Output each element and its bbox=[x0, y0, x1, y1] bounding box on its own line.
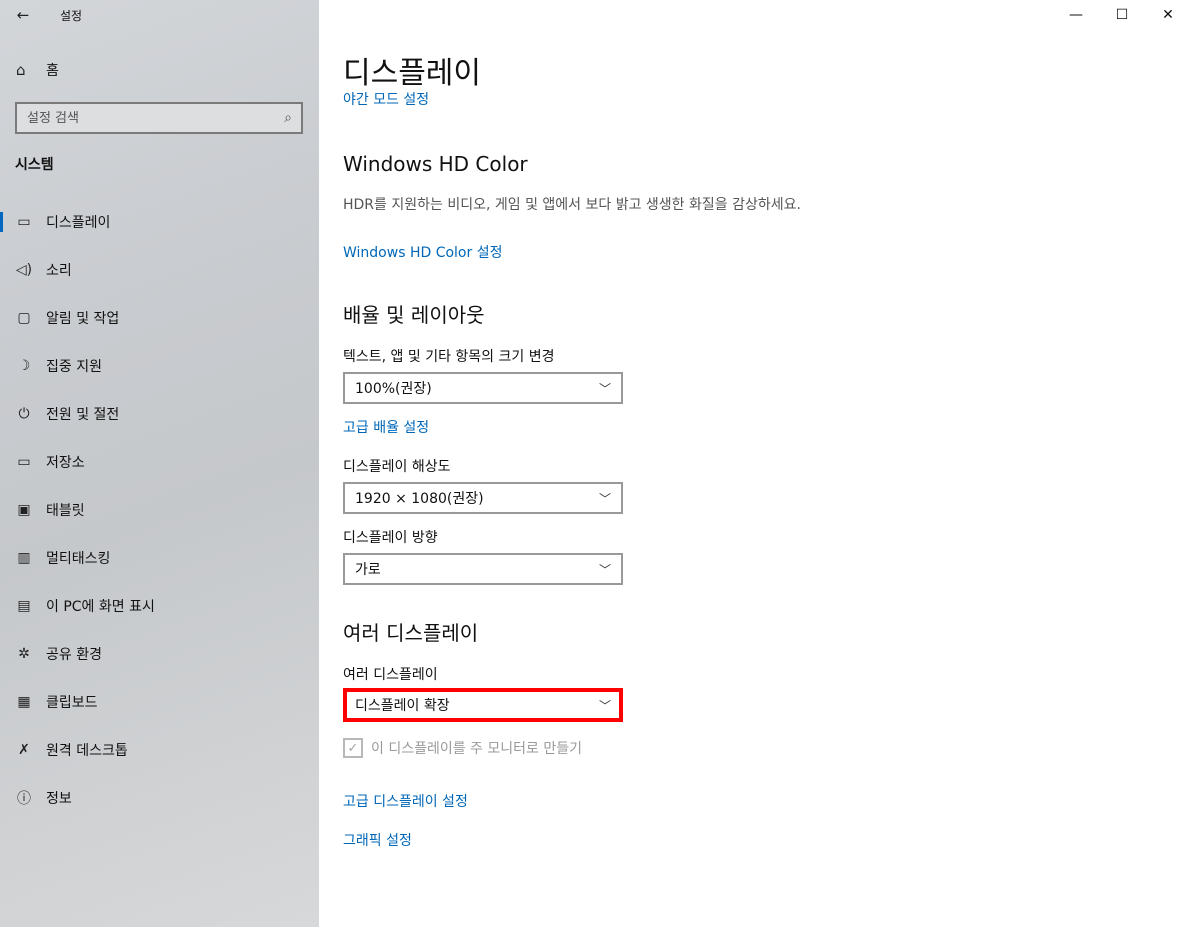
multiple-displays-dropdown[interactable]: 디스플레이 확장 ﹀ bbox=[343, 688, 623, 722]
sidebar-item-label: 소리 bbox=[46, 263, 72, 279]
advanced-display-settings-link[interactable]: 고급 디스플레이 설정 bbox=[343, 791, 468, 811]
sidebar-item-label: 정보 bbox=[46, 791, 72, 807]
remote-desktop-icon: ✗ bbox=[18, 742, 30, 758]
multiple-displays-label: 여러 디스플레이 bbox=[343, 667, 438, 683]
resolution-dropdown[interactable]: 1920 × 1080(권장) ﹀ bbox=[343, 482, 623, 514]
sidebar-item-label: 멀티태스킹 bbox=[46, 551, 111, 567]
night-light-settings-link[interactable]: 야간 모드 설정 bbox=[343, 86, 429, 106]
sidebar-item-label: 태블릿 bbox=[46, 503, 85, 519]
sidebar: ← 설정 ⌂ 홈 ⌕ 시스템 ▭ 디스플레이 ◁) 소리 ▢ 알림 및 작업 ☽… bbox=[0, 0, 319, 927]
moon-icon: ☽ bbox=[17, 358, 31, 374]
sidebar-item-label: 원격 데스크톱 bbox=[46, 743, 128, 759]
chevron-down-icon: ﹀ bbox=[598, 698, 611, 713]
scale-value: 100%(권장) bbox=[355, 381, 432, 397]
sidebar-item-display[interactable]: ▭ 디스플레이 bbox=[0, 198, 319, 246]
sidebar-item-label: 전원 및 절전 bbox=[46, 407, 120, 423]
sidebar-item-home[interactable]: ⌂ 홈 bbox=[0, 52, 319, 88]
sidebar-item-focus-assist[interactable]: ☽ 집중 지원 bbox=[0, 342, 319, 390]
sidebar-item-shared-experiences[interactable]: ✲ 공유 환경 bbox=[0, 630, 319, 678]
maximize-icon[interactable]: ☐ bbox=[1099, 0, 1145, 30]
sidebar-item-sound[interactable]: ◁) 소리 bbox=[0, 246, 319, 294]
tablet-icon: ▣ bbox=[17, 502, 31, 518]
monitor-icon: ▭ bbox=[17, 214, 31, 230]
close-icon[interactable]: ✕ bbox=[1145, 0, 1191, 30]
section-title-system: 시스템 bbox=[15, 157, 54, 173]
multitasking-icon: ▥ bbox=[17, 550, 31, 566]
sidebar-item-tablet[interactable]: ▣ 태블릿 bbox=[0, 486, 319, 534]
power-icon: ⏻ bbox=[18, 406, 30, 422]
chevron-down-icon: ﹀ bbox=[598, 491, 611, 506]
sidebar-item-label: 이 PC에 화면 표시 bbox=[46, 599, 155, 615]
window-controls: — ☐ ✕ bbox=[1053, 0, 1191, 30]
chevron-down-icon: ﹀ bbox=[598, 381, 611, 396]
storage-icon: ▭ bbox=[17, 454, 31, 470]
resolution-label: 디스플레이 해상도 bbox=[343, 459, 451, 475]
orientation-dropdown[interactable]: 가로 ﹀ bbox=[343, 553, 623, 585]
sidebar-item-projecting[interactable]: ▤ 이 PC에 화면 표시 bbox=[0, 582, 319, 630]
info-icon: ⓘ bbox=[17, 791, 31, 807]
multiple-displays-value: 디스플레이 확장 bbox=[355, 698, 450, 714]
speaker-icon: ◁) bbox=[15, 262, 33, 278]
home-icon: ⌂ bbox=[16, 61, 26, 79]
minimize-icon[interactable]: — bbox=[1053, 0, 1099, 30]
sidebar-item-about[interactable]: ⓘ 정보 bbox=[0, 774, 319, 822]
sidebar-nav: ▭ 디스플레이 ◁) 소리 ▢ 알림 및 작업 ☽ 집중 지원 ⏻ 전원 및 절… bbox=[0, 198, 319, 822]
scale-label: 텍스트, 앱 및 기타 항목의 크기 변경 bbox=[343, 349, 555, 365]
sidebar-item-label: 클립보드 bbox=[46, 695, 98, 711]
sidebar-item-label: 공유 환경 bbox=[46, 647, 102, 663]
message-icon: ▢ bbox=[17, 310, 31, 326]
home-label: 홈 bbox=[46, 63, 59, 79]
clipboard-icon: ▦ bbox=[17, 694, 31, 710]
advanced-scale-link[interactable]: 고급 배율 설정 bbox=[343, 417, 429, 437]
search-box[interactable]: ⌕ bbox=[15, 102, 303, 134]
hd-color-description: HDR를 지원하는 비디오, 게임 및 앱에서 보다 밝고 생생한 화질을 감상… bbox=[343, 197, 801, 213]
scale-layout-heading: 배율 및 레이아웃 bbox=[343, 303, 485, 327]
resolution-value: 1920 × 1080(권장) bbox=[355, 491, 484, 507]
sidebar-item-storage[interactable]: ▭ 저장소 bbox=[0, 438, 319, 486]
chevron-down-icon: ﹀ bbox=[598, 562, 611, 577]
back-arrow-icon[interactable]: ← bbox=[0, 0, 46, 30]
sidebar-item-multitasking[interactable]: ▥ 멀티태스킹 bbox=[0, 534, 319, 582]
hd-color-heading: Windows HD Color bbox=[343, 152, 528, 176]
sidebar-item-label: 집중 지원 bbox=[46, 359, 102, 375]
orientation-label: 디스플레이 방향 bbox=[343, 530, 438, 546]
sidebar-item-label: 디스플레이 bbox=[46, 215, 111, 231]
scale-dropdown[interactable]: 100%(권장) ﹀ bbox=[343, 372, 623, 404]
main-display-checkbox-label: 이 디스플레이를 주 모니터로 만들기 bbox=[371, 741, 582, 757]
search-input[interactable] bbox=[27, 110, 275, 126]
sidebar-item-remote-desktop[interactable]: ✗ 원격 데스크톱 bbox=[0, 726, 319, 774]
night-light-link-text: 야간 모드 설정 bbox=[343, 92, 430, 106]
sidebar-item-label: 알림 및 작업 bbox=[46, 311, 120, 327]
hd-color-settings-link[interactable]: Windows HD Color 설정 bbox=[343, 242, 502, 262]
sidebar-item-label: 저장소 bbox=[46, 455, 85, 471]
sidebar-item-clipboard[interactable]: ▦ 클립보드 bbox=[0, 678, 319, 726]
search-icon[interactable]: ⌕ bbox=[275, 110, 301, 126]
main-display-checkbox-row[interactable]: ✓ 이 디스플레이를 주 모니터로 만들기 bbox=[343, 738, 582, 758]
sidebar-item-power[interactable]: ⏻ 전원 및 절전 bbox=[0, 390, 319, 438]
orientation-value: 가로 bbox=[355, 562, 381, 578]
share-icon: ✲ bbox=[18, 646, 30, 662]
multiple-displays-heading: 여러 디스플레이 bbox=[343, 621, 479, 645]
title-bar: ← 설정 bbox=[0, 0, 319, 30]
main-display-checkbox[interactable]: ✓ bbox=[343, 738, 363, 758]
graphics-settings-link[interactable]: 그래픽 설정 bbox=[343, 830, 412, 850]
sidebar-item-notifications[interactable]: ▢ 알림 및 작업 bbox=[0, 294, 319, 342]
app-title: 설정 bbox=[60, 8, 83, 23]
projecting-icon: ▤ bbox=[17, 598, 31, 614]
